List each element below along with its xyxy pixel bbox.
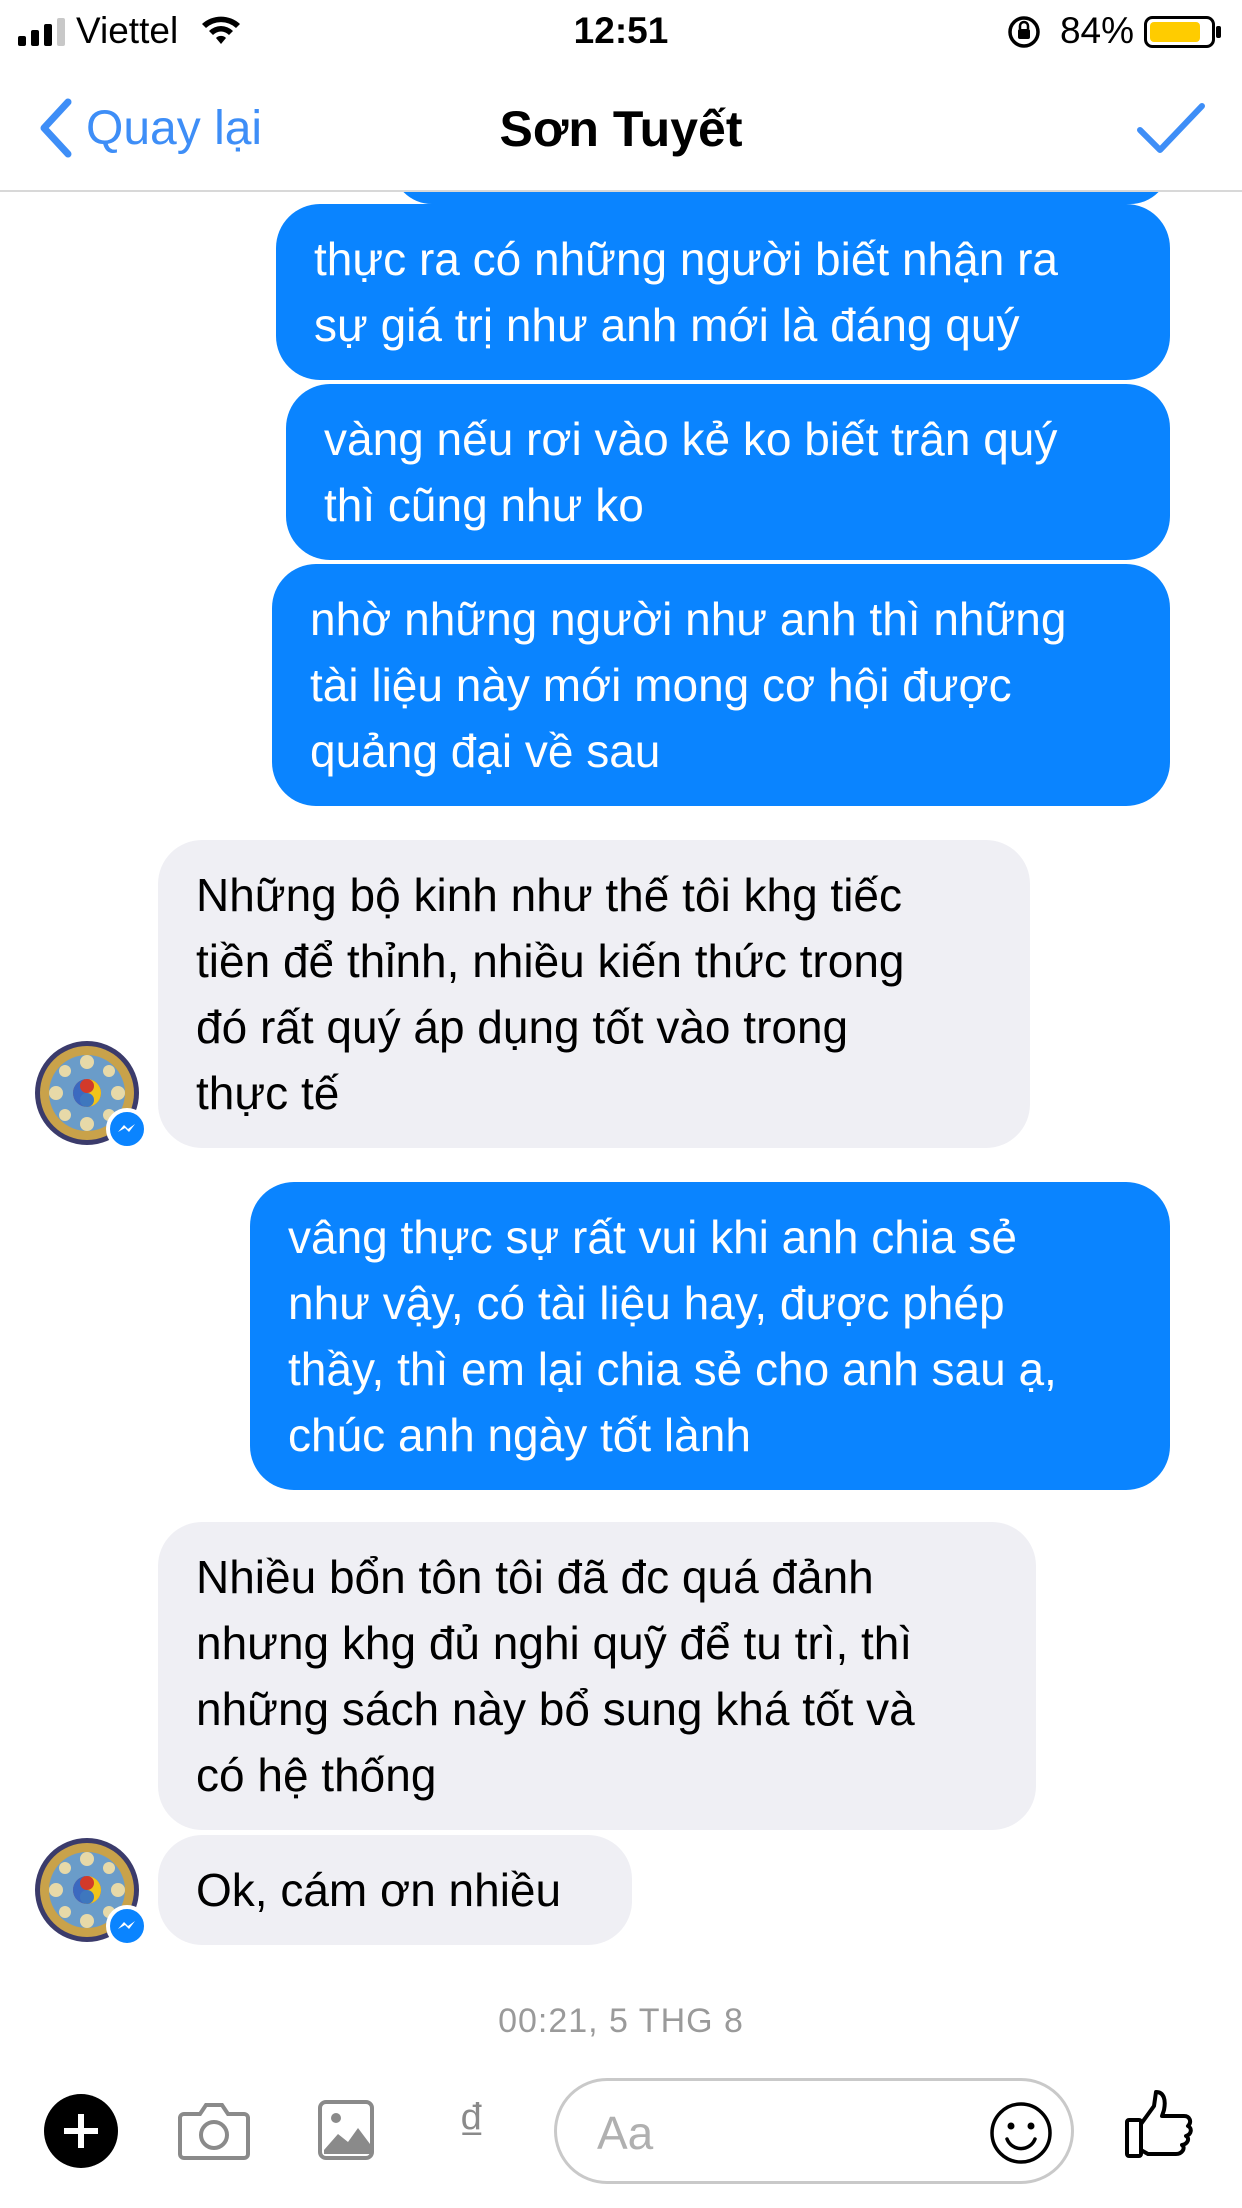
message-text: nhưng khg đủ nghi quỹ để tu trì, thì xyxy=(196,1617,913,1669)
contact-avatar[interactable] xyxy=(34,1040,148,1150)
message-text: có hệ thống xyxy=(196,1749,437,1801)
message-text: sự giá trị như anh mới là đáng quý xyxy=(314,299,1020,351)
contact-avatar[interactable] xyxy=(34,1837,148,1947)
message-bubble-incoming[interactable]: Ok, cám ơn nhiều xyxy=(158,1835,632,1945)
message-bubble-incoming[interactable]: Những bộ kinh như thế tôi khg tiếc tiền … xyxy=(158,840,1030,1148)
message-text: thực tế xyxy=(196,1067,340,1119)
partial-message-bubble xyxy=(392,192,1170,204)
message-text: Nhiều bổn tôn tôi đã đc quá đảnh xyxy=(196,1551,874,1603)
message-text: thực ra có những người biết nhận ra xyxy=(314,233,1058,285)
message-text: đó rất quý áp dụng tốt vào trong xyxy=(196,1001,849,1053)
conversation-header: Quay lại Sơn Tuyết xyxy=(0,62,1242,192)
message-bubble-outgoing[interactable]: vâng thực sự rất vui khi anh chia sẻ như… xyxy=(250,1182,1170,1490)
message-bubble-outgoing[interactable]: nhờ những người như anh thì những tài li… xyxy=(272,564,1170,806)
message-composer: ₫ xyxy=(0,2052,1242,2208)
battery-percentage: 84% xyxy=(1059,10,1134,51)
message-bubble-incoming[interactable]: Nhiều bổn tôn tôi đã đc quá đảnh nhưng k… xyxy=(158,1522,1036,1830)
camera-icon[interactable] xyxy=(178,2100,250,2162)
message-text: thì cũng như ko xyxy=(324,479,644,531)
message-text: như vậy, có tài liệu hay, được phép xyxy=(288,1277,1005,1329)
message-input-container[interactable] xyxy=(554,2078,1074,2184)
message-text: Ok, cám ơn nhiều xyxy=(196,1864,562,1916)
messenger-badge-icon xyxy=(106,1108,148,1150)
message-text: thầy, thì em lại chia sẻ cho anh sau ạ, xyxy=(288,1343,1057,1395)
message-text: Những bộ kinh như thế tôi khg tiếc xyxy=(196,869,903,921)
battery-icon xyxy=(1144,16,1221,48)
image-icon[interactable] xyxy=(318,2100,374,2160)
rotation-lock-icon xyxy=(1008,16,1040,48)
message-list[interactable]: thực ra có những người biết nhận ra sự g… xyxy=(0,192,1242,2052)
message-text: tài liệu này mới mong cơ hội được xyxy=(310,659,1012,711)
message-timestamp: 00:21, 5 THG 8 xyxy=(498,2002,744,2040)
messenger-badge-icon xyxy=(106,1905,148,1947)
message-input[interactable] xyxy=(597,2105,977,2161)
message-text: tiền để thỉnh, nhiều kiến thức trong xyxy=(196,935,905,987)
clock: 12:51 xyxy=(573,10,669,51)
status-bar: Viettel 12:51 84% xyxy=(0,0,1242,62)
message-text: quảng đại về sau xyxy=(310,725,661,777)
message-text: chúc anh ngày tốt lành xyxy=(288,1409,751,1461)
message-text: vâng thực sự rất vui khi anh chia sẻ xyxy=(288,1211,1017,1263)
checkmark-icon[interactable] xyxy=(1136,100,1206,156)
emoji-icon[interactable] xyxy=(989,2101,1053,2165)
plus-icon[interactable] xyxy=(44,2094,118,2168)
message-bubble-outgoing[interactable]: thực ra có những người biết nhận ra sự g… xyxy=(276,204,1170,380)
message-text: nhờ những người như anh thì những xyxy=(310,593,1067,645)
contact-name[interactable]: Sơn Tuyết xyxy=(0,100,1242,158)
thumbs-up-icon[interactable] xyxy=(1124,2088,1194,2160)
message-text: vàng nếu rơi vào kẻ ko biết trân quý xyxy=(324,413,1058,465)
message-text: những sách này bổ sung khá tốt và xyxy=(196,1683,915,1735)
message-bubble-outgoing[interactable]: vàng nếu rơi vào kẻ ko biết trân quý thì… xyxy=(286,384,1170,560)
dong-icon[interactable]: ₫ xyxy=(458,2092,486,2154)
